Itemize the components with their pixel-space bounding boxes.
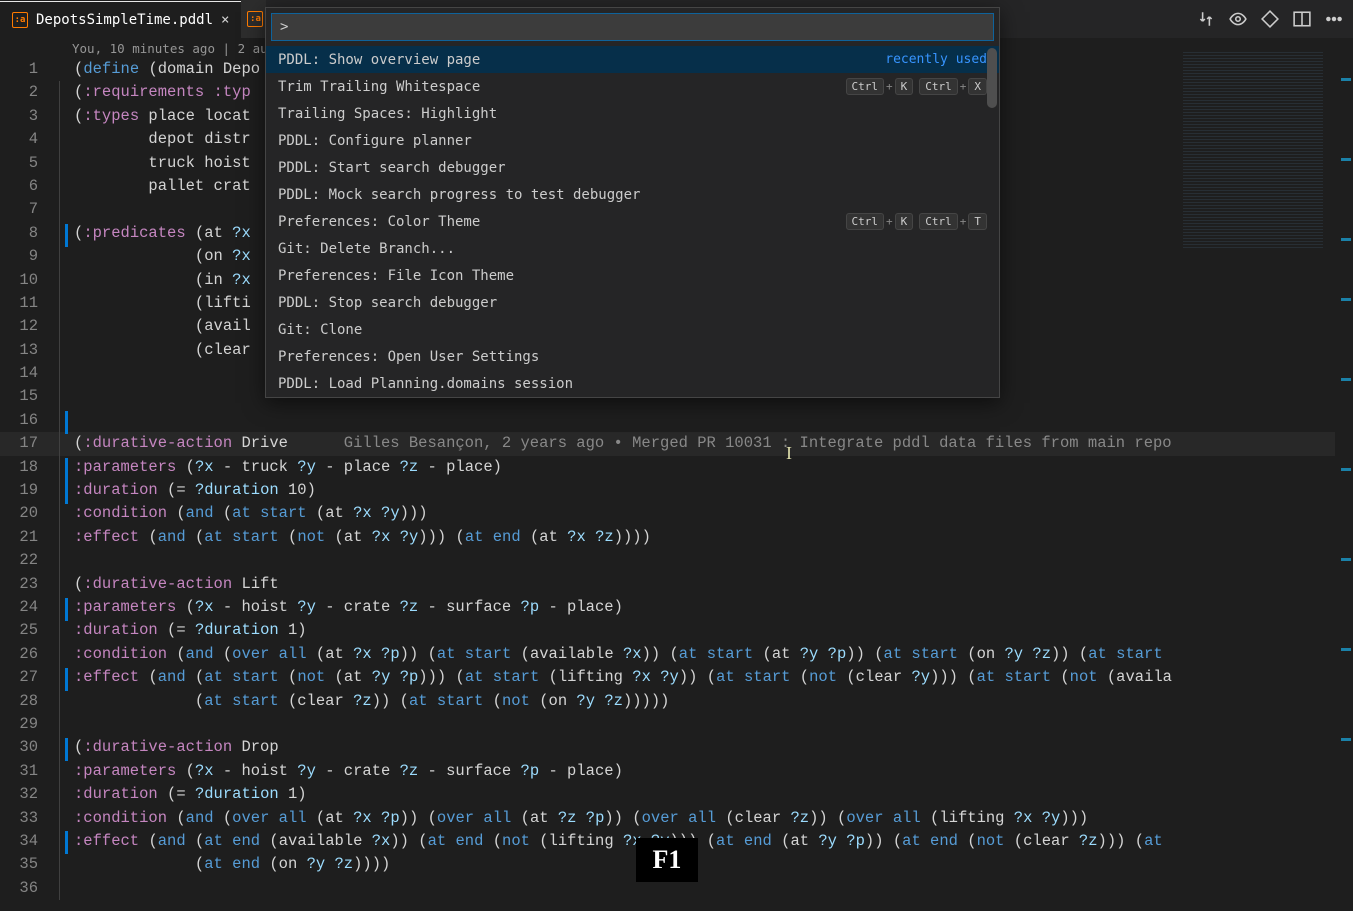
line-number: 36: [0, 877, 56, 900]
gitlens-inline-blame: Gilles Besançon, 2 years ago • Merged PR…: [344, 434, 1172, 452]
line-number: 28: [0, 690, 56, 713]
command-palette-item[interactable]: Trailing Spaces: Highlight: [266, 100, 999, 127]
line-number: 34: [0, 830, 56, 853]
line-number: 2: [0, 81, 56, 104]
line-number: 1: [0, 58, 56, 81]
line-number: 35: [0, 853, 56, 876]
line-number: 16: [0, 409, 56, 432]
command-palette: PDDL: Show overview page recently used Tri…: [265, 7, 1000, 398]
command-palette-item[interactable]: PDDL: Stop search debugger: [266, 289, 999, 316]
tab-filename: DepotsSimpleTime.pddl: [36, 12, 213, 28]
editor-tab-partial[interactable]: :a: [241, 0, 266, 38]
command-palette-item-label: Preferences: Color Theme: [278, 214, 480, 230]
run-icon[interactable]: [1261, 10, 1279, 28]
line-number: 32: [0, 783, 56, 806]
command-palette-item-label: Git: Clone: [278, 322, 362, 338]
overview-tick: [1341, 468, 1351, 471]
pddl-file-icon: :a: [12, 12, 28, 28]
overview-tick: [1341, 558, 1351, 561]
line-number: 24: [0, 596, 56, 619]
line-number: 3: [0, 105, 56, 128]
command-palette-item-label: PDDL: Mock search progress to test debug…: [278, 187, 640, 203]
compare-changes-icon[interactable]: [1197, 10, 1215, 28]
line-number: 22: [0, 549, 56, 572]
line-number: 26: [0, 643, 56, 666]
overview-tick: [1341, 158, 1351, 161]
command-palette-item[interactable]: Trim Trailing Whitespace Ctrl+KCtrl+X: [266, 73, 999, 100]
line-number: 15: [0, 385, 56, 408]
line-number: 31: [0, 760, 56, 783]
command-palette-item-label: PDDL: Load Planning.domains session: [278, 376, 573, 392]
editor-tab[interactable]: :a DepotsSimpleTime.pddl ×: [0, 0, 241, 38]
command-palette-item-label: PDDL: Start search debugger: [278, 160, 506, 176]
line-number: 8: [0, 222, 56, 245]
command-palette-item-label: Trim Trailing Whitespace: [278, 79, 480, 95]
command-palette-item-label: PDDL: Show overview page: [278, 52, 480, 68]
command-palette-input[interactable]: [271, 13, 994, 41]
command-palette-item[interactable]: Preferences: Open User Settings: [266, 343, 999, 370]
split-editor-icon[interactable]: [1293, 10, 1311, 28]
overview-tick: [1341, 298, 1351, 301]
keyboard-hint-overlay: F1: [636, 838, 698, 882]
line-number: 33: [0, 807, 56, 830]
line-number: 23: [0, 573, 56, 596]
line-number: 6: [0, 175, 56, 198]
command-palette-item-label: Git: Delete Branch...: [278, 241, 455, 257]
command-palette-item[interactable]: Preferences: File Icon Theme: [266, 262, 999, 289]
editor-actions: [1197, 4, 1343, 34]
command-palette-item[interactable]: PDDL: Load Planning.domains session: [266, 370, 999, 397]
line-number: 20: [0, 502, 56, 525]
line-number: 14: [0, 362, 56, 385]
line-number: 21: [0, 526, 56, 549]
line-number: 12: [0, 315, 56, 338]
line-number: 13: [0, 339, 56, 362]
line-number: 5: [0, 152, 56, 175]
command-palette-item[interactable]: Preferences: Color Theme Ctrl+KCtrl+T: [266, 208, 999, 235]
command-palette-item[interactable]: Git: Delete Branch...: [266, 235, 999, 262]
preview-icon[interactable]: [1229, 10, 1247, 28]
command-palette-item-label: PDDL: Configure planner: [278, 133, 472, 149]
line-number: 4: [0, 128, 56, 151]
command-palette-item[interactable]: PDDL: Start search debugger: [266, 154, 999, 181]
command-palette-item[interactable]: PDDL: Mock search progress to test debug…: [266, 181, 999, 208]
command-palette-scrollbar[interactable]: [987, 48, 997, 108]
command-palette-item[interactable]: PDDL: Show overview page recently used: [266, 46, 999, 73]
line-number: 17: [0, 432, 56, 455]
overview-tick: [1341, 378, 1351, 381]
overview-tick: [1341, 238, 1351, 241]
command-palette-item-label: Trailing Spaces: Highlight: [278, 106, 497, 122]
line-number: 30: [0, 736, 56, 759]
command-palette-item-hint: recently used: [885, 52, 987, 67]
line-number: 18: [0, 456, 56, 479]
overview-ruler[interactable]: [1339, 38, 1353, 911]
command-palette-item[interactable]: PDDL: Configure planner: [266, 127, 999, 154]
line-number: 7: [0, 198, 56, 221]
line-number: 10: [0, 269, 56, 292]
more-actions-icon[interactable]: [1325, 10, 1343, 28]
overview-tick: [1341, 648, 1351, 651]
code-token: Drive: [232, 434, 288, 452]
command-palette-item-label: PDDL: Stop search debugger: [278, 295, 497, 311]
command-palette-item-label: Preferences: Open User Settings: [278, 349, 539, 365]
line-number: 27: [0, 666, 56, 689]
line-number: 11: [0, 292, 56, 315]
line-number: 29: [0, 713, 56, 736]
line-number: 19: [0, 479, 56, 502]
overview-tick: [1341, 78, 1351, 81]
pddl-file-icon: :a: [247, 11, 263, 27]
command-palette-item[interactable]: Git: Clone: [266, 316, 999, 343]
command-palette-list: PDDL: Show overview page recently used Tri…: [266, 46, 999, 397]
keybinding: Ctrl+KCtrl+T: [846, 213, 988, 230]
code-token: :durative-action: [83, 434, 232, 452]
overview-tick: [1341, 738, 1351, 741]
text-cursor-icon: I: [786, 443, 792, 464]
code-token: (: [74, 434, 83, 452]
command-palette-item-label: Preferences: File Icon Theme: [278, 268, 514, 284]
line-number: 25: [0, 619, 56, 642]
close-icon[interactable]: ×: [221, 12, 229, 28]
line-number: 9: [0, 245, 56, 268]
keybinding: Ctrl+KCtrl+X: [846, 78, 988, 95]
